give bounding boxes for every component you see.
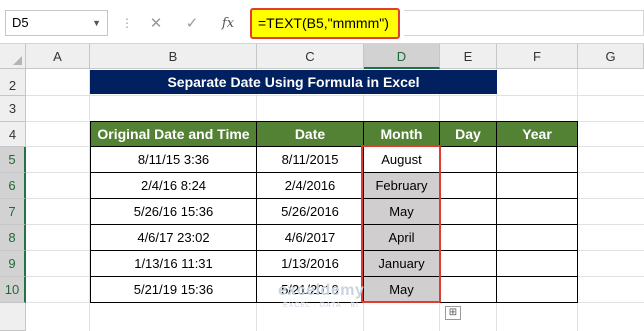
row-header-11[interactable] (0, 303, 26, 331)
name-box-value: D5 (12, 15, 29, 30)
cell-original[interactable]: 4/6/17 23:02 (90, 224, 257, 251)
cell-date[interactable]: 2/4/2016 (256, 172, 364, 199)
row-header-10[interactable]: 10 (0, 277, 26, 303)
cell-day[interactable] (439, 224, 497, 251)
cell-date[interactable]: 5/26/2016 (256, 198, 364, 225)
row-header-9[interactable]: 9 (0, 251, 26, 277)
cell-day[interactable] (439, 172, 497, 199)
cell-day[interactable] (439, 198, 497, 225)
column-header-c[interactable]: C (257, 44, 364, 69)
watermark-tagline: EXCEL · DATA · BI (283, 302, 359, 309)
column-header-f[interactable]: F (497, 44, 578, 69)
row-header-2[interactable]: 2 (0, 69, 26, 96)
row-header-8[interactable]: 8 (0, 225, 26, 251)
cell-original[interactable]: 5/26/16 15:36 (90, 198, 257, 225)
insert-function-icon[interactable]: fx (210, 16, 246, 31)
row-header-6[interactable]: 6 (0, 173, 26, 199)
cell-original[interactable]: 5/21/19 15:36 (90, 276, 257, 303)
gridline (26, 95, 644, 96)
cell-month[interactable]: April (363, 224, 440, 251)
cell-month[interactable]: January (363, 250, 440, 277)
watermark-logo: exceldemy (278, 282, 365, 299)
formula-input-extension[interactable] (404, 10, 644, 36)
sheet-title[interactable]: Separate Date Using Formula in Excel (90, 70, 497, 94)
header-original-date[interactable]: Original Date and Time (90, 121, 257, 147)
drag-handle-icon[interactable]: ⋮ (121, 13, 133, 33)
cell-date[interactable]: 4/6/2017 (256, 224, 364, 251)
cell-year[interactable] (496, 146, 578, 173)
header-month[interactable]: Month (363, 121, 440, 147)
formula-bar-buttons: ✕ ✓ fx (138, 10, 246, 36)
chevron-down-icon[interactable]: ▼ (92, 11, 101, 35)
worksheet-grid[interactable]: A B C D E F G 2 3 4 5 6 7 8 9 10 Separat… (0, 44, 644, 331)
cell-month[interactable]: August (363, 146, 440, 173)
formula-bar: D5 ▼ ⋮ ✕ ✓ fx =TEXT(B5,"mmmm") (0, 0, 644, 44)
cell-month[interactable]: February (363, 172, 440, 199)
row-header-3[interactable]: 3 (0, 96, 26, 122)
cell-day[interactable] (439, 250, 497, 277)
cell-original[interactable]: 1/13/16 11:31 (90, 250, 257, 277)
row-header-7[interactable]: 7 (0, 199, 26, 225)
row-header-5[interactable]: 5 (0, 147, 26, 173)
cell-month[interactable]: May (363, 276, 440, 303)
row-header-4[interactable]: 4 (0, 122, 26, 147)
cell-month[interactable]: May (363, 198, 440, 225)
header-date[interactable]: Date (256, 121, 364, 147)
cell-original[interactable]: 2/4/16 8:24 (90, 172, 257, 199)
cell-date[interactable]: 8/11/2015 (256, 146, 364, 173)
column-header-e[interactable]: E (440, 44, 497, 69)
cell-year[interactable] (496, 224, 578, 251)
select-all-button[interactable] (0, 44, 26, 69)
cell-day[interactable] (439, 146, 497, 173)
column-header-g[interactable]: G (578, 44, 644, 69)
column-header-d[interactable]: D (364, 44, 440, 69)
column-header-a[interactable]: A (26, 44, 90, 69)
header-year[interactable]: Year (496, 121, 578, 147)
cell-original[interactable]: 8/11/15 3:36 (90, 146, 257, 173)
name-box[interactable]: D5 ▼ (5, 10, 108, 36)
column-header-b[interactable]: B (90, 44, 257, 69)
cell-year[interactable] (496, 198, 578, 225)
cell-date[interactable]: 1/13/2016 (256, 250, 364, 277)
enter-check-icon[interactable]: ✓ (174, 14, 210, 32)
cell-year[interactable] (496, 172, 578, 199)
cell-day[interactable] (439, 276, 497, 303)
cell-year[interactable] (496, 276, 578, 303)
formula-input[interactable]: =TEXT(B5,"mmmm") (250, 8, 400, 39)
cancel-icon[interactable]: ✕ (138, 14, 174, 32)
header-day[interactable]: Day (439, 121, 497, 147)
cell-year[interactable] (496, 250, 578, 277)
auto-fill-options-icon[interactable]: ⊞ (445, 306, 461, 320)
